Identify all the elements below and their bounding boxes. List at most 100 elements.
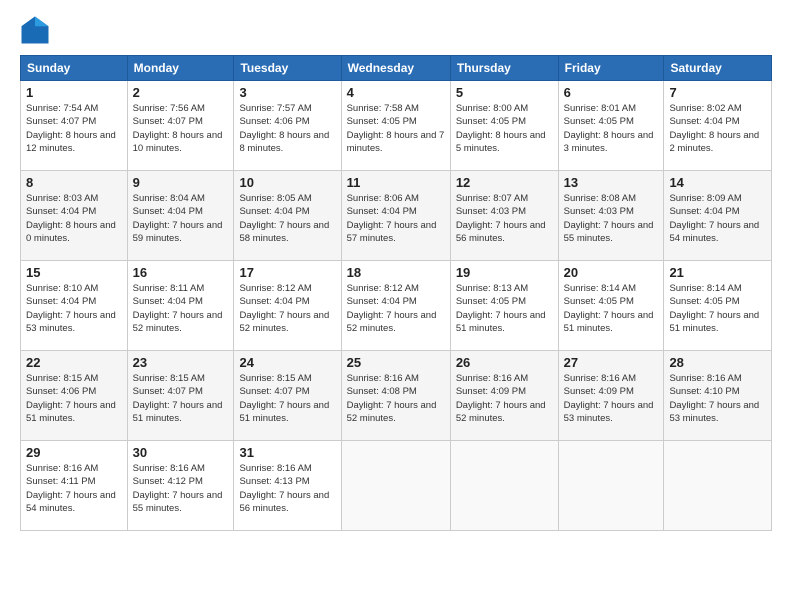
day-number: 9 <box>133 175 229 190</box>
day-info: Sunrise: 8:16 AMSunset: 4:09 PMDaylight:… <box>564 372 659 425</box>
day-number: 12 <box>456 175 553 190</box>
day-info: Sunrise: 8:15 AMSunset: 4:07 PMDaylight:… <box>133 372 229 425</box>
day-info: Sunrise: 8:14 AMSunset: 4:05 PMDaylight:… <box>564 282 659 335</box>
day-number: 8 <box>26 175 122 190</box>
day-info: Sunrise: 7:57 AMSunset: 4:06 PMDaylight:… <box>239 102 335 155</box>
day-info: Sunrise: 7:56 AMSunset: 4:07 PMDaylight:… <box>133 102 229 155</box>
day-number: 29 <box>26 445 122 460</box>
logo <box>20 15 54 45</box>
day-number: 28 <box>669 355 766 370</box>
calendar-cell: 24Sunrise: 8:15 AMSunset: 4:07 PMDayligh… <box>234 351 341 441</box>
calendar-cell: 13 Sunrise: 8:08 AMSunset: 4:03 PMDayligh… <box>558 171 664 261</box>
calendar-row-4: 29Sunrise: 8:16 AMSunset: 4:11 PMDayligh… <box>21 441 772 531</box>
calendar-cell: 12 Sunrise: 8:07 AMSunset: 4:03 PMDayligh… <box>450 171 558 261</box>
day-info: Sunrise: 8:13 AMSunset: 4:05 PMDaylight:… <box>456 282 553 335</box>
calendar-cell: 2 Sunrise: 7:56 AMSunset: 4:07 PMDaylight… <box>127 81 234 171</box>
calendar-cell: 22 Sunrise: 8:15 AMSunset: 4:06 PMDayligh… <box>21 351 128 441</box>
calendar-cell: 7 Sunrise: 8:02 AMSunset: 4:04 PMDaylight… <box>664 81 772 171</box>
calendar-row-1: 8 Sunrise: 8:03 AMSunset: 4:04 PMDaylight… <box>21 171 772 261</box>
day-info: Sunrise: 8:16 AMSunset: 4:12 PMDaylight:… <box>133 462 229 515</box>
calendar-cell: 9Sunrise: 8:04 AMSunset: 4:04 PMDaylight… <box>127 171 234 261</box>
day-info: Sunrise: 8:00 AMSunset: 4:05 PMDaylight:… <box>456 102 553 155</box>
calendar-cell: 1 Sunrise: 7:54 AMSunset: 4:07 PMDaylight… <box>21 81 128 171</box>
calendar-cell: 10 Sunrise: 8:05 AMSunset: 4:04 PMDayligh… <box>234 171 341 261</box>
calendar-cell: 26 Sunrise: 8:16 AMSunset: 4:09 PMDayligh… <box>450 351 558 441</box>
calendar-cell: 27Sunrise: 8:16 AMSunset: 4:09 PMDayligh… <box>558 351 664 441</box>
calendar-row-0: 1 Sunrise: 7:54 AMSunset: 4:07 PMDaylight… <box>21 81 772 171</box>
calendar-cell <box>450 441 558 531</box>
header <box>20 15 772 45</box>
day-info: Sunrise: 8:09 AMSunset: 4:04 PMDaylight:… <box>669 192 766 245</box>
day-info: Sunrise: 8:06 AMSunset: 4:04 PMDaylight:… <box>347 192 445 245</box>
day-number: 13 <box>564 175 659 190</box>
calendar-cell <box>558 441 664 531</box>
day-info: Sunrise: 8:10 AMSunset: 4:04 PMDaylight:… <box>26 282 122 335</box>
day-info: Sunrise: 8:16 AMSunset: 4:13 PMDaylight:… <box>239 462 335 515</box>
col-header-tuesday: Tuesday <box>234 56 341 81</box>
calendar-cell: 15 Sunrise: 8:10 AMSunset: 4:04 PMDayligh… <box>21 261 128 351</box>
day-number: 17 <box>239 265 335 280</box>
day-info: Sunrise: 8:16 AMSunset: 4:09 PMDaylight:… <box>456 372 553 425</box>
col-header-sunday: Sunday <box>21 56 128 81</box>
day-number: 10 <box>239 175 335 190</box>
day-number: 19 <box>456 265 553 280</box>
col-header-thursday: Thursday <box>450 56 558 81</box>
calendar-cell: 29Sunrise: 8:16 AMSunset: 4:11 PMDayligh… <box>21 441 128 531</box>
col-header-saturday: Saturday <box>664 56 772 81</box>
logo-icon <box>20 15 50 45</box>
day-number: 18 <box>347 265 445 280</box>
day-number: 11 <box>347 175 445 190</box>
day-number: 30 <box>133 445 229 460</box>
day-info: Sunrise: 8:07 AMSunset: 4:03 PMDaylight:… <box>456 192 553 245</box>
day-number: 22 <box>26 355 122 370</box>
calendar-cell: 19 Sunrise: 8:13 AMSunset: 4:05 PMDayligh… <box>450 261 558 351</box>
day-info: Sunrise: 8:05 AMSunset: 4:04 PMDaylight:… <box>239 192 335 245</box>
calendar-cell <box>664 441 772 531</box>
day-number: 5 <box>456 85 553 100</box>
day-number: 31 <box>239 445 335 460</box>
calendar-cell: 14 Sunrise: 8:09 AMSunset: 4:04 PMDayligh… <box>664 171 772 261</box>
day-info: Sunrise: 7:54 AMSunset: 4:07 PMDaylight:… <box>26 102 122 155</box>
day-number: 25 <box>347 355 445 370</box>
day-info: Sunrise: 8:15 AMSunset: 4:06 PMDaylight:… <box>26 372 122 425</box>
day-info: Sunrise: 7:58 AMSunset: 4:05 PMDaylight:… <box>347 102 445 155</box>
calendar-cell: 30 Sunrise: 8:16 AMSunset: 4:12 PMDayligh… <box>127 441 234 531</box>
calendar-cell <box>341 441 450 531</box>
calendar-cell: 5 Sunrise: 8:00 AMSunset: 4:05 PMDaylight… <box>450 81 558 171</box>
calendar-cell: 18Sunrise: 8:12 AMSunset: 4:04 PMDayligh… <box>341 261 450 351</box>
day-info: Sunrise: 8:12 AMSunset: 4:04 PMDaylight:… <box>239 282 335 335</box>
calendar-cell: 11 Sunrise: 8:06 AMSunset: 4:04 PMDayligh… <box>341 171 450 261</box>
day-number: 21 <box>669 265 766 280</box>
day-number: 6 <box>564 85 659 100</box>
day-info: Sunrise: 8:02 AMSunset: 4:04 PMDaylight:… <box>669 102 766 155</box>
day-info: Sunrise: 8:03 AMSunset: 4:04 PMDaylight:… <box>26 192 122 245</box>
day-number: 3 <box>239 85 335 100</box>
day-info: Sunrise: 8:14 AMSunset: 4:05 PMDaylight:… <box>669 282 766 335</box>
calendar-cell: 3 Sunrise: 7:57 AMSunset: 4:06 PMDaylight… <box>234 81 341 171</box>
day-info: Sunrise: 8:01 AMSunset: 4:05 PMDaylight:… <box>564 102 659 155</box>
day-info: Sunrise: 8:16 AMSunset: 4:08 PMDaylight:… <box>347 372 445 425</box>
calendar-row-2: 15 Sunrise: 8:10 AMSunset: 4:04 PMDayligh… <box>21 261 772 351</box>
calendar-cell: 20 Sunrise: 8:14 AMSunset: 4:05 PMDayligh… <box>558 261 664 351</box>
day-info: Sunrise: 8:11 AMSunset: 4:04 PMDaylight:… <box>133 282 229 335</box>
col-header-wednesday: Wednesday <box>341 56 450 81</box>
day-info: Sunrise: 8:16 AMSunset: 4:10 PMDaylight:… <box>669 372 766 425</box>
day-number: 20 <box>564 265 659 280</box>
calendar-cell: 21 Sunrise: 8:14 AMSunset: 4:05 PMDayligh… <box>664 261 772 351</box>
col-header-monday: Monday <box>127 56 234 81</box>
day-number: 7 <box>669 85 766 100</box>
day-number: 1 <box>26 85 122 100</box>
day-number: 23 <box>133 355 229 370</box>
calendar-table: SundayMondayTuesdayWednesdayThursdayFrid… <box>20 55 772 531</box>
day-number: 26 <box>456 355 553 370</box>
day-number: 2 <box>133 85 229 100</box>
calendar-cell: 25 Sunrise: 8:16 AMSunset: 4:08 PMDayligh… <box>341 351 450 441</box>
calendar-cell: 17 Sunrise: 8:12 AMSunset: 4:04 PMDayligh… <box>234 261 341 351</box>
day-number: 15 <box>26 265 122 280</box>
day-info: Sunrise: 8:15 AMSunset: 4:07 PMDaylight:… <box>239 372 335 425</box>
day-info: Sunrise: 8:08 AMSunset: 4:03 PMDaylight:… <box>564 192 659 245</box>
col-header-friday: Friday <box>558 56 664 81</box>
calendar-cell: 23 Sunrise: 8:15 AMSunset: 4:07 PMDayligh… <box>127 351 234 441</box>
calendar-cell: 28 Sunrise: 8:16 AMSunset: 4:10 PMDayligh… <box>664 351 772 441</box>
day-number: 14 <box>669 175 766 190</box>
